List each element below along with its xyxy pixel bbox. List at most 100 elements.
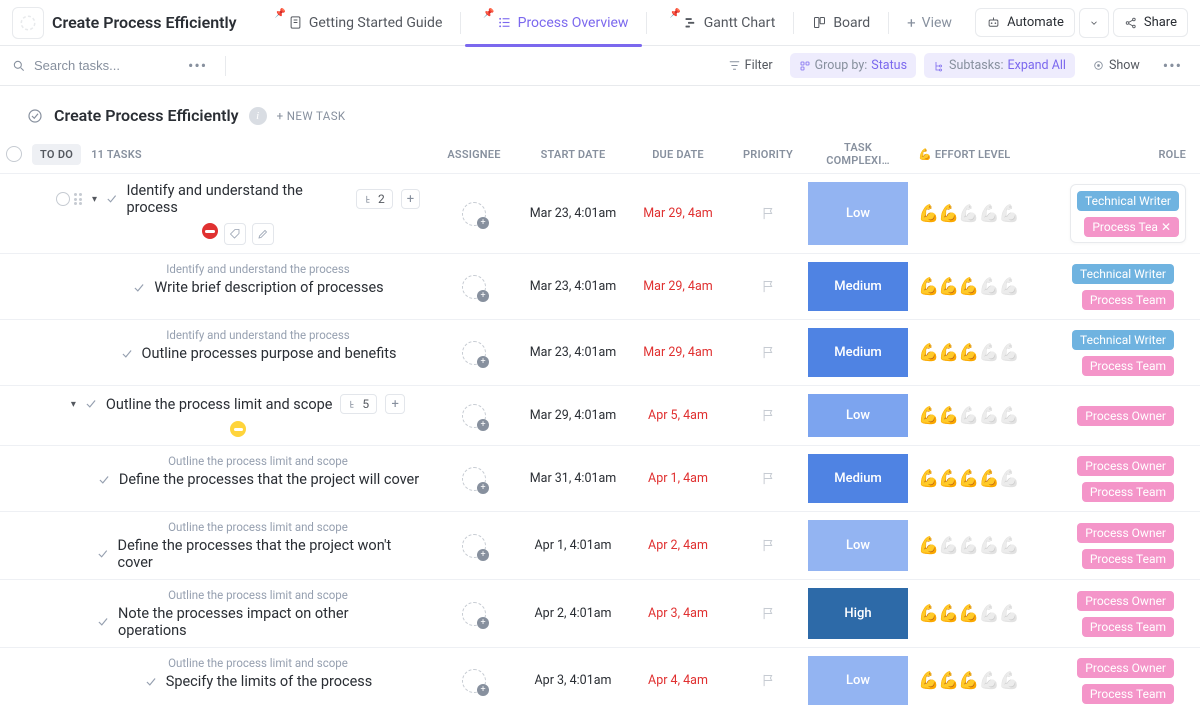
assignee-add[interactable] xyxy=(462,669,486,693)
col-start[interactable]: START DATE xyxy=(518,148,628,161)
filter-button[interactable]: Filter xyxy=(719,53,782,78)
select-row[interactable] xyxy=(56,192,70,206)
start-date[interactable]: Mar 31, 4:01am xyxy=(530,471,617,486)
col-role[interactable]: ROLE xyxy=(1028,148,1200,161)
task-row[interactable]: ▾ Outline the process limit and scope 5 … xyxy=(0,385,1200,445)
status-circle-icon[interactable] xyxy=(26,107,44,125)
in-progress-icon[interactable] xyxy=(230,421,246,437)
task-row[interactable]: ▾ Identify and understand the process 2 … xyxy=(0,173,1200,253)
tab-getting-started[interactable]: 📌 Getting Started Guide xyxy=(257,0,457,46)
complexity-cell[interactable]: High xyxy=(808,588,908,639)
expand-toggle[interactable]: ▾ xyxy=(71,399,76,410)
view-more-menu[interactable]: ••• xyxy=(1157,56,1188,75)
priority-flag-icon[interactable] xyxy=(761,673,776,688)
priority-flag-icon[interactable] xyxy=(761,606,776,621)
priority-flag-icon[interactable] xyxy=(761,206,776,221)
complexity-cell[interactable]: Medium xyxy=(808,262,908,311)
priority-flag-icon[interactable] xyxy=(761,471,776,486)
complexity-cell[interactable]: Medium xyxy=(808,328,908,377)
search-more-menu[interactable]: ••• xyxy=(182,56,213,75)
parent-breadcrumb[interactable]: Outline the process limit and scope xyxy=(168,454,348,468)
start-date[interactable]: Mar 23, 4:01am xyxy=(530,206,617,221)
role-tag[interactable]: Process Owner xyxy=(1077,406,1174,426)
automate-button[interactable]: Automate xyxy=(975,8,1075,37)
due-date[interactable]: Mar 29, 4am xyxy=(643,206,712,221)
task-name[interactable]: Write brief description of processes xyxy=(154,279,383,296)
checkmark-icon[interactable] xyxy=(105,192,118,206)
complexity-cell[interactable]: Low xyxy=(808,394,908,437)
role-tag[interactable]: Process Owner xyxy=(1077,523,1174,543)
assignee-add[interactable] xyxy=(462,534,486,558)
task-row[interactable]: Outline the process limit and scope Defi… xyxy=(0,511,1200,579)
edit-button[interactable] xyxy=(252,223,274,245)
start-date[interactable]: Apr 3, 4:01am xyxy=(535,673,612,688)
priority-flag-icon[interactable] xyxy=(761,279,776,294)
role-tag[interactable]: Process Team xyxy=(1082,617,1174,637)
task-name[interactable]: Outline the process limit and scope xyxy=(106,396,333,413)
task-row[interactable]: Identify and understand the process Writ… xyxy=(0,253,1200,319)
due-date[interactable]: Mar 29, 4am xyxy=(643,345,712,360)
search-input[interactable] xyxy=(34,58,174,73)
due-date[interactable]: Apr 3, 4am xyxy=(648,606,708,621)
assignee-add[interactable] xyxy=(462,467,486,491)
role-tag[interactable]: Process Owner xyxy=(1077,456,1174,476)
col-due[interactable]: DUE DATE xyxy=(628,148,728,161)
start-date[interactable]: Mar 23, 4:01am xyxy=(530,345,617,360)
role-tag[interactable]: Process Team xyxy=(1082,684,1174,704)
assignee-add[interactable] xyxy=(462,275,486,299)
priority-flag-icon[interactable] xyxy=(761,538,776,553)
tab-add-view[interactable]: + View xyxy=(893,0,966,46)
due-date[interactable]: Apr 2, 4am xyxy=(648,538,708,553)
subtasks-button[interactable]: Subtasks: Expand All xyxy=(924,53,1075,78)
assignee-add[interactable] xyxy=(462,202,486,226)
checkmark-icon[interactable] xyxy=(120,347,134,361)
role-tag[interactable]: Process Tea✕ xyxy=(1084,217,1179,237)
tag-button[interactable] xyxy=(224,223,246,245)
col-priority[interactable]: PRIORITY xyxy=(728,148,808,161)
role-tag[interactable]: Technical Writer xyxy=(1072,330,1174,350)
task-row[interactable]: Identify and understand the process Outl… xyxy=(0,319,1200,385)
priority-flag-icon[interactable] xyxy=(761,408,776,423)
task-row[interactable]: Outline the process limit and scope Note… xyxy=(0,579,1200,647)
subtask-count-badge[interactable]: 5 xyxy=(340,394,377,414)
role-tag[interactable]: Technical Writer xyxy=(1072,264,1174,284)
checkmark-icon[interactable] xyxy=(144,675,158,689)
complexity-cell[interactable]: Low xyxy=(808,656,908,705)
checkmark-icon[interactable] xyxy=(96,615,110,629)
checkmark-icon[interactable] xyxy=(84,397,98,411)
automate-dropdown[interactable] xyxy=(1079,8,1109,38)
assignee-add[interactable] xyxy=(462,602,486,626)
task-name[interactable]: Note the processes impact on other opera… xyxy=(118,605,420,639)
tag-remove-icon[interactable]: ✕ xyxy=(1161,220,1171,234)
role-tag[interactable]: Process Owner xyxy=(1077,591,1174,611)
role-tag[interactable]: Technical Writer xyxy=(1077,191,1179,211)
assignee-add[interactable] xyxy=(462,341,486,365)
parent-breadcrumb[interactable]: Outline the process limit and scope xyxy=(168,656,348,670)
drag-handle-icon[interactable] xyxy=(74,193,84,205)
due-date[interactable]: Mar 29, 4am xyxy=(643,279,712,294)
start-date[interactable]: Mar 29, 4:01am xyxy=(530,408,617,423)
show-button[interactable]: Show xyxy=(1083,53,1149,78)
start-date[interactable]: Mar 23, 4:01am xyxy=(530,279,617,294)
complexity-cell[interactable]: Low xyxy=(808,520,908,571)
tab-board[interactable]: Board xyxy=(798,0,884,46)
col-assignee[interactable]: ASSIGNEE xyxy=(430,148,518,161)
role-tag[interactable]: Process Team xyxy=(1082,549,1174,569)
complexity-cell[interactable]: Medium xyxy=(808,454,908,503)
select-all-toggle[interactable] xyxy=(6,146,22,162)
due-date[interactable]: Apr 4, 4am xyxy=(648,673,708,688)
task-name[interactable]: Identify and understand the process xyxy=(126,182,348,216)
col-complexity[interactable]: TASK COMPLEXI… xyxy=(808,141,908,167)
task-name[interactable]: Define the processes that the project wi… xyxy=(119,471,419,488)
role-tag[interactable]: Process Team xyxy=(1082,482,1174,502)
role-tag[interactable]: Process Team xyxy=(1082,290,1174,310)
role-tag[interactable]: Process Owner xyxy=(1077,658,1174,678)
parent-breadcrumb[interactable]: Outline the process limit and scope xyxy=(168,520,348,534)
checkmark-icon[interactable] xyxy=(97,473,111,487)
app-icon[interactable] xyxy=(12,7,44,39)
assignee-add[interactable] xyxy=(462,404,486,428)
due-date[interactable]: Apr 1, 4am xyxy=(648,471,708,486)
add-subtask-button[interactable]: + xyxy=(401,189,420,209)
subtask-count-badge[interactable]: 2 xyxy=(356,189,393,209)
due-date[interactable]: Apr 5, 4am xyxy=(648,408,708,423)
